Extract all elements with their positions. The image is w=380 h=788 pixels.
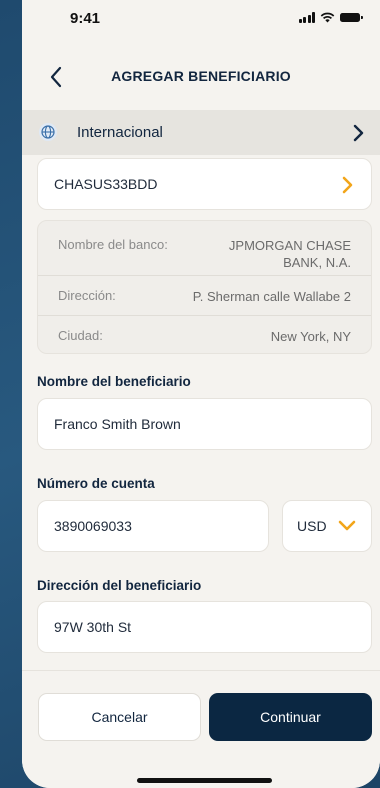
account-type-selector[interactable]: Internacional (22, 110, 380, 155)
phone-screen: 9:41 AGREGAR BENEFICIARIO Internacional … (22, 0, 380, 788)
beneficiary-address-input[interactable]: 97W 30th St (37, 601, 372, 653)
bank-address-label: Dirección: (58, 288, 116, 303)
currency-select[interactable]: USD (282, 500, 372, 552)
chevron-right-icon (353, 124, 364, 142)
status-time: 9:41 (70, 10, 101, 27)
account-type-label: Internacional (77, 124, 163, 141)
footer: Cancelar Continuar (22, 670, 380, 788)
bank-name-row: Nombre del banco: JPMORGAN CHASE BANK, N… (38, 221, 371, 275)
account-number-value: 3890069033 (54, 518, 132, 534)
status-bar: 9:41 (22, 0, 380, 40)
cancel-button[interactable]: Cancelar (38, 693, 201, 741)
account-number-label: Número de cuenta (37, 476, 155, 491)
bank-name-label: Nombre del banco: (58, 237, 168, 252)
bank-name-value: JPMORGAN CHASE BANK, N.A. (228, 238, 351, 270)
globe-icon (39, 123, 57, 141)
page-title: AGREGAR BENEFICIARIO (111, 68, 291, 84)
battery-icon (340, 13, 363, 22)
currency-value: USD (297, 518, 327, 534)
beneficiary-name-label: Nombre del beneficiario (37, 374, 191, 389)
beneficiary-name-input[interactable]: Franco Smith Brown (37, 398, 372, 450)
account-number-input[interactable]: 3890069033 (37, 500, 269, 552)
bank-city-label: Ciudad: (58, 328, 103, 343)
beneficiary-address-label: Dirección del beneficiario (37, 578, 202, 593)
home-indicator (137, 778, 272, 783)
bank-city-row: Ciudad: New York, NY (38, 316, 371, 355)
wifi-icon (320, 12, 335, 23)
bank-city-value: New York, NY (270, 329, 351, 344)
bank-address-row: Dirección: P. Sherman calle Wallabe 2 (38, 276, 371, 315)
chevron-down-icon (338, 520, 355, 531)
beneficiary-address-value: 97W 30th St (54, 619, 132, 635)
header: AGREGAR BENEFICIARIO (22, 48, 380, 106)
bank-address-value: P. Sherman calle Wallabe 2 (192, 289, 351, 304)
bank-info-panel: Nombre del banco: JPMORGAN CHASE BANK, N… (37, 220, 372, 354)
swift-code-selector[interactable]: CHASUS33BDD (37, 158, 372, 210)
signal-icon (298, 12, 315, 23)
chevron-right-icon (342, 176, 353, 194)
swift-code-value: CHASUS33BDD (54, 176, 158, 192)
beneficiary-name-value: Franco Smith Brown (54, 416, 181, 432)
status-icons (298, 12, 363, 23)
continue-button[interactable]: Continuar (209, 693, 372, 741)
